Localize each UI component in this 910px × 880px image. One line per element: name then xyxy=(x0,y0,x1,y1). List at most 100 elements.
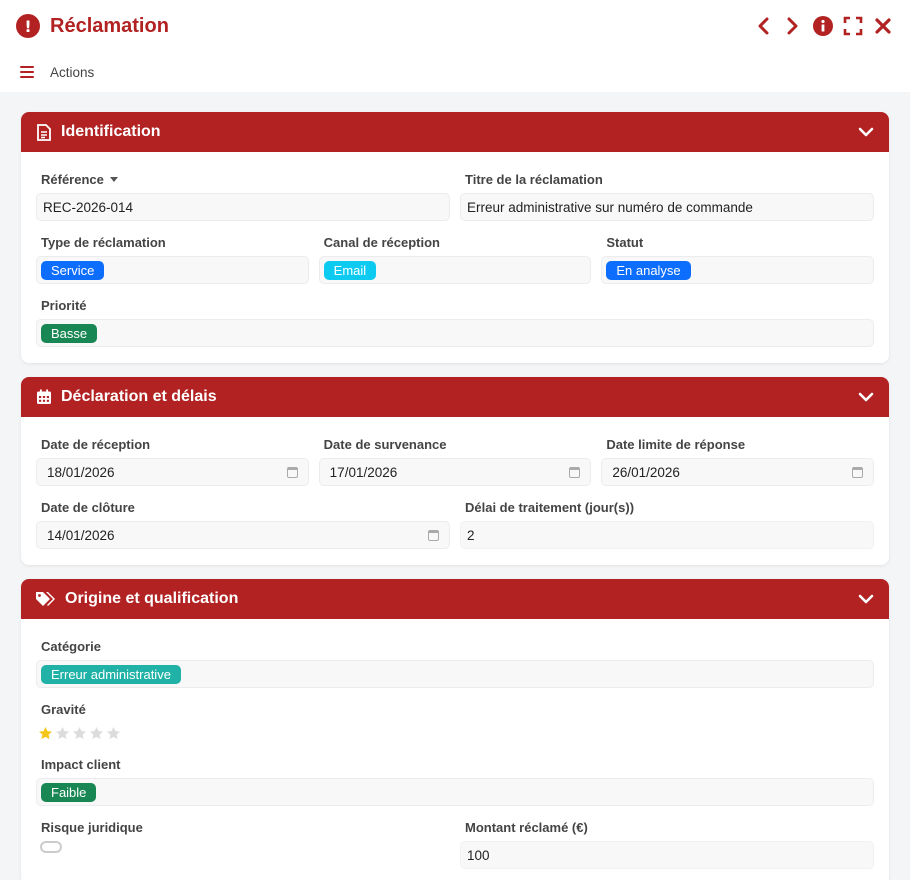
section-header-origine[interactable]: Origine et qualification xyxy=(21,579,889,619)
gravite-rating[interactable] xyxy=(36,723,874,743)
star-icon[interactable] xyxy=(55,726,70,741)
field-impact: Impact client Faible xyxy=(36,757,874,806)
priorite-label: Priorité xyxy=(41,297,87,313)
categorie-select[interactable]: Erreur administrative xyxy=(36,660,874,688)
chevron-down-icon[interactable] xyxy=(857,123,875,141)
star-icon[interactable] xyxy=(72,726,87,741)
star-icon[interactable] xyxy=(89,726,104,741)
next-button[interactable] xyxy=(782,15,804,37)
canal-select[interactable]: Email xyxy=(318,256,592,284)
section-identification: Identification Référence REC-2026-014 Ti… xyxy=(21,112,889,363)
reference-input[interactable]: REC-2026-014 xyxy=(36,193,450,221)
type-label: Type de réclamation xyxy=(41,234,166,250)
actions-menu-label[interactable]: Actions xyxy=(50,65,94,80)
delai-input[interactable]: 2 xyxy=(460,521,874,549)
calendar-icon[interactable] xyxy=(286,466,298,478)
reclamation-window: ! Réclamation Actions Identification Réf… xyxy=(0,0,910,880)
date-cloture-input[interactable]: 14/01/2026 xyxy=(36,521,450,549)
section-header-identification[interactable]: Identification xyxy=(21,112,889,152)
date-survenance-value: 17/01/2026 xyxy=(329,464,398,480)
impact-badge: Faible xyxy=(41,782,97,802)
section-body-origine: Catégorie Erreur administrative Gravité … xyxy=(21,619,889,880)
field-risque: Risque juridique xyxy=(36,820,450,869)
canal-badge: Email xyxy=(323,260,377,280)
titre-label: Titre de la réclamation xyxy=(465,171,603,187)
field-categorie: Catégorie Erreur administrative xyxy=(36,639,874,688)
info-circle-icon xyxy=(813,16,833,36)
calendar-icon[interactable] xyxy=(852,466,864,478)
reference-label: Référence xyxy=(41,171,104,187)
action-toolbar: Actions xyxy=(0,52,910,92)
title-bar: ! Réclamation xyxy=(0,0,910,52)
chevron-left-icon xyxy=(758,17,769,35)
statut-label: Statut xyxy=(606,234,644,250)
tags-icon xyxy=(35,590,57,608)
expand-icon xyxy=(843,16,863,36)
calendar-icon[interactable] xyxy=(428,529,439,541)
file-text-icon xyxy=(35,123,53,141)
field-date-survenance: Date de survenance 17/01/2026 xyxy=(318,436,592,486)
field-date-cloture: Date de clôture 14/01/2026 xyxy=(36,500,450,549)
priorite-badge: Basse xyxy=(41,323,98,343)
window-title: Réclamation xyxy=(50,14,169,37)
section-declaration: Déclaration et délais Date de réception … xyxy=(21,377,889,565)
montant-input[interactable]: 100 xyxy=(460,841,874,869)
type-select[interactable]: Service xyxy=(36,256,309,284)
caret-down-icon[interactable] xyxy=(109,176,118,182)
form-content: Identification Référence REC-2026-014 Ti… xyxy=(0,92,910,880)
field-titre: Titre de la réclamation Erreur administr… xyxy=(460,172,874,221)
statut-badge: En analyse xyxy=(606,260,691,280)
date-cloture-value: 14/01/2026 xyxy=(47,527,115,543)
exclamation-circle-icon: ! xyxy=(16,14,40,38)
field-statut: Statut En analyse xyxy=(601,234,875,284)
fullscreen-button[interactable] xyxy=(842,15,864,37)
window-actions xyxy=(752,15,894,37)
date-reception-input[interactable]: 18/01/2026 xyxy=(36,458,309,486)
date-survenance-label: Date de survenance xyxy=(323,436,447,452)
impact-label: Impact client xyxy=(41,756,121,772)
field-priorite: Priorité Basse xyxy=(36,298,874,347)
close-button[interactable] xyxy=(872,15,894,37)
field-date-limite: Date limite de réponse 26/01/2026 xyxy=(601,436,875,486)
close-icon xyxy=(875,18,891,34)
chevron-down-icon[interactable] xyxy=(857,388,875,406)
section-title: Identification xyxy=(61,123,161,140)
section-header-declaration[interactable]: Déclaration et délais xyxy=(21,377,889,417)
chevron-down-icon[interactable] xyxy=(857,590,875,608)
date-reception-label: Date de réception xyxy=(41,436,151,452)
delai-label: Délai de traitement (jour(s)) xyxy=(465,499,635,515)
section-body-declaration: Date de réception 18/01/2026 Date de sur… xyxy=(21,417,889,565)
impact-select[interactable]: Faible xyxy=(36,778,874,806)
gravite-label: Gravité xyxy=(41,701,86,717)
statut-select[interactable]: En analyse xyxy=(601,256,875,284)
titre-input[interactable]: Erreur administrative sur numéro de comm… xyxy=(460,193,874,221)
field-reference: Référence REC-2026-014 xyxy=(36,172,450,221)
section-title: Origine et qualification xyxy=(65,590,239,607)
star-icon[interactable] xyxy=(106,726,121,741)
risque-toggle[interactable] xyxy=(40,841,62,853)
info-button[interactable] xyxy=(812,15,834,37)
date-survenance-input[interactable]: 17/01/2026 xyxy=(318,458,592,486)
section-body-identification: Référence REC-2026-014 Titre de la récla… xyxy=(21,152,889,363)
menu-icon[interactable] xyxy=(20,66,34,78)
field-montant: Montant réclamé (€) 100 xyxy=(460,820,874,869)
date-limite-label: Date limite de réponse xyxy=(606,436,746,452)
priorite-select[interactable]: Basse xyxy=(36,319,874,347)
risque-label: Risque juridique xyxy=(41,819,143,835)
section-title: Déclaration et délais xyxy=(61,388,217,405)
field-canal: Canal de réception Email xyxy=(318,235,592,284)
date-reception-value: 18/01/2026 xyxy=(47,464,115,480)
field-gravite: Gravité xyxy=(36,702,874,743)
field-date-reception: Date de réception 18/01/2026 xyxy=(36,437,309,486)
montant-label: Montant réclamé (€) xyxy=(465,819,588,835)
previous-button[interactable] xyxy=(752,15,774,37)
chevron-right-icon xyxy=(787,17,798,35)
date-limite-input[interactable]: 26/01/2026 xyxy=(601,458,875,486)
type-badge: Service xyxy=(41,260,105,280)
calendar-icon[interactable] xyxy=(569,466,581,478)
field-type: Type de réclamation Service xyxy=(36,235,309,284)
star-icon[interactable] xyxy=(38,726,53,741)
field-delai: Délai de traitement (jour(s)) 2 xyxy=(460,500,874,549)
date-limite-value: 26/01/2026 xyxy=(612,464,680,480)
section-origine: Origine et qualification Catégorie Erreu… xyxy=(21,579,889,880)
